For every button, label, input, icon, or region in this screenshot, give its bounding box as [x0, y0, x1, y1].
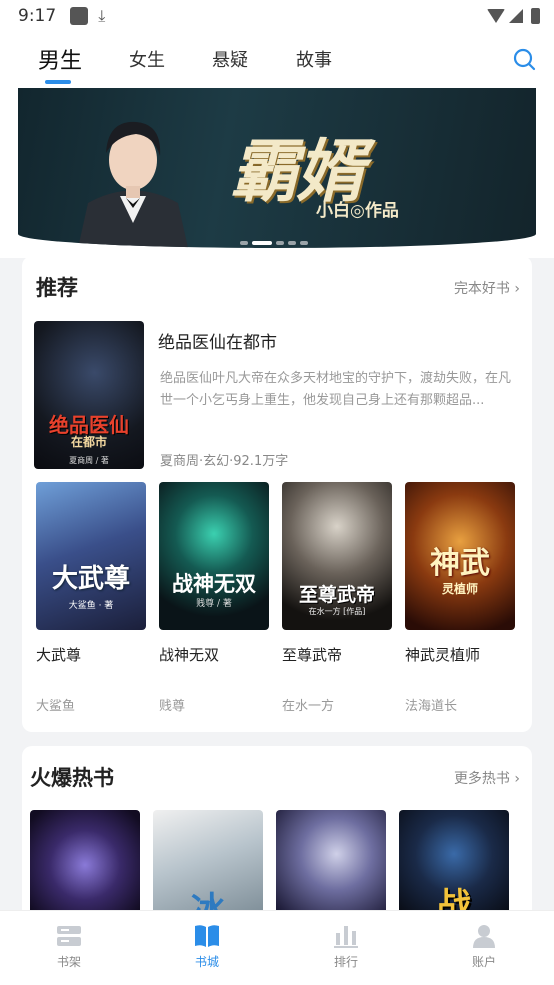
tab-female[interactable]: 女生 — [129, 46, 165, 72]
tab-indicator — [45, 80, 71, 84]
featured-book-title[interactable]: 绝品医仙在都市 — [158, 328, 277, 353]
book-cover[interactable]: 战神无双 贱尊 / 著 — [159, 482, 269, 630]
tab-male[interactable]: 男生 — [38, 43, 82, 75]
hot-more-label: 更多热书 — [453, 771, 510, 787]
nav-account-label: 账户 — [471, 955, 496, 969]
top-tab-bar: 男生 女生 悬疑 故事 — [0, 32, 554, 88]
recommend-title: 推荐 — [36, 276, 78, 300]
carousel-indicator — [240, 241, 308, 245]
book-title: 战神无双 — [159, 646, 220, 664]
hot-book-cover[interactable] — [276, 810, 386, 920]
book-item[interactable]: 大武尊 大鲨鱼 · 著 大武尊 大鲨鱼 — [36, 482, 146, 714]
banner-carousel[interactable]: 霸婿 小白◎作品 — [0, 88, 554, 258]
book-cover-author: 贱尊 / 著 — [196, 599, 232, 609]
nav-account[interactable]: 账户 — [444, 923, 524, 970]
nav-bookstore[interactable]: 书城 — [167, 923, 247, 970]
chevron-right-icon: › — [514, 281, 520, 297]
hot-books-title: 火爆热书 — [30, 766, 114, 790]
carousel-dot — [276, 241, 284, 245]
carousel-dot — [288, 241, 296, 245]
recommend-section: 推荐 完本好书 › 绝品医仙 在都市 夏商周 / 著 绝品医仙在都市 绝品医仙叶… — [22, 256, 532, 732]
nav-bookshelf[interactable]: 书架 — [29, 923, 109, 970]
book-cover-title: 至尊武帝 — [298, 584, 375, 606]
nav-ranking[interactable]: 排行 — [306, 923, 386, 970]
hot-book-cover[interactable]: 冰 — [153, 810, 263, 920]
book-cover[interactable]: 至尊武帝 在水一方 [作品] — [282, 482, 392, 630]
search-icon[interactable] — [512, 47, 536, 71]
book-cover-title: 战神无双 — [172, 571, 256, 596]
featured-cover-sub: 在都市 — [70, 435, 107, 449]
featured-cover-author: 夏商周 / 著 — [69, 456, 109, 465]
book-cover-title: 大武尊 — [51, 564, 130, 594]
book-cover-author: 大鲨鱼 · 著 — [68, 601, 114, 611]
hot-book-cover[interactable] — [30, 810, 140, 920]
nav-ranking-label: 排行 — [333, 955, 358, 969]
featured-book-cover[interactable]: 绝品医仙 在都市 夏商周 / 著 — [34, 321, 144, 469]
notification-icon — [70, 7, 89, 25]
hot-book-cover[interactable]: 战 — [399, 810, 509, 920]
book-title: 神武灵植师 — [405, 646, 481, 664]
tab-suspense[interactable]: 悬疑 — [212, 46, 248, 72]
book-title: 至尊武帝 — [282, 646, 343, 664]
bar-chart-icon — [334, 926, 358, 948]
book-title: 大武尊 — [36, 646, 82, 664]
chevron-right-icon: › — [514, 771, 520, 787]
banner-subtitle: 小白◎作品 — [316, 201, 399, 221]
book-open-icon — [195, 925, 219, 947]
signal-icon — [509, 9, 523, 23]
battery-icon — [531, 8, 540, 24]
book-cover-title: 神武 — [430, 546, 490, 581]
carousel-dot — [240, 241, 248, 245]
nav-bookstore-label: 书城 — [194, 955, 219, 969]
status-bar: 9:17 ⤓ — [0, 0, 554, 32]
book-author: 法海道长 — [405, 699, 458, 714]
book-author: 大鲨鱼 — [36, 699, 76, 714]
banner-character-image — [78, 121, 188, 248]
book-item[interactable]: 战神无双 贱尊 / 著 战神无双 贱尊 — [159, 482, 269, 714]
status-time: 9:17 — [18, 6, 57, 26]
book-item[interactable]: 神武 灵植师 神武灵植师 法海道长 — [405, 482, 515, 714]
featured-book-description: 绝品医仙叶凡大帝在众多天材地宝的守护下，渡劫失败，在凡世一个小乞丐身上重生，他发… — [160, 371, 512, 408]
book-author: 贱尊 — [159, 699, 186, 714]
featured-book-meta: 夏商周·玄幻·92.1万字 — [160, 454, 289, 469]
user-icon — [473, 925, 495, 948]
bookshelf-icon — [57, 926, 81, 946]
tab-story[interactable]: 故事 — [296, 46, 332, 72]
book-cover[interactable]: 神武 灵植师 — [405, 482, 515, 630]
book-cover-author: 灵植师 — [441, 582, 478, 596]
carousel-dot — [300, 241, 308, 245]
book-item[interactable]: 至尊武帝 在水一方 [作品] 至尊武帝 在水一方 — [282, 482, 392, 714]
bottom-nav-bar: 书架 书城 排行 账户 — [0, 910, 554, 985]
recommend-more-link[interactable]: 完本好书 › — [454, 278, 520, 298]
nav-bookshelf-label: 书架 — [56, 955, 81, 969]
banner-slide[interactable]: 霸婿 小白◎作品 — [18, 88, 536, 248]
book-cover[interactable]: 大武尊 大鲨鱼 · 著 — [36, 482, 146, 630]
hot-more-link[interactable]: 更多热书 › — [454, 768, 520, 788]
carousel-dot-active — [252, 241, 272, 245]
recommend-more-label: 完本好书 — [453, 281, 510, 297]
download-icon: ⤓ — [98, 6, 106, 25]
book-author: 在水一方 — [282, 699, 335, 714]
book-cover-author: 在水一方 [作品] — [308, 607, 366, 616]
wifi-icon — [487, 9, 505, 23]
